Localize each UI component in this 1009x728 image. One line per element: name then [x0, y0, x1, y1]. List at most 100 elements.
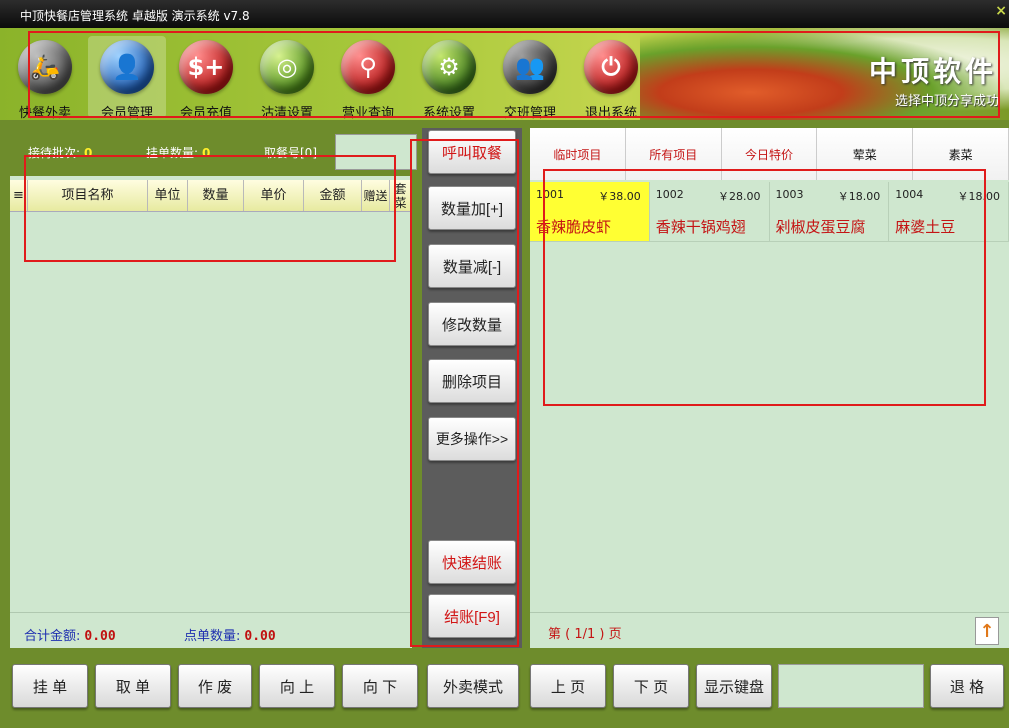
toolbar-label: 系统设置	[422, 106, 475, 120]
power-icon: ⏻	[584, 40, 638, 94]
toolbar-label: 沽清设置	[260, 106, 313, 120]
col-unit[interactable]: 单位	[148, 180, 188, 211]
pickup-label: 取餐号[0]	[264, 146, 317, 160]
item-name: 剁椒皮蛋豆腐	[775, 218, 866, 236]
gear-icon: ⚙	[422, 40, 476, 94]
menu-item[interactable]: 1004 ￥18.00 麻婆土豆	[889, 182, 1009, 242]
toolbar-member-button[interactable]: 👤 会员管理	[88, 36, 166, 120]
delete-item-button[interactable]: 删除项目	[428, 359, 516, 403]
item-name: 香辣干锅鸡翅	[655, 218, 746, 236]
move-down-button[interactable]: 向 下	[342, 664, 418, 708]
batch-info: 接待批次: 0	[28, 144, 92, 161]
window-title: 中顶快餐店管理系统 卓越版 演示系统 v7.8	[20, 9, 250, 23]
tab-temp-items[interactable]: 临时项目	[530, 128, 626, 180]
tab-today-special[interactable]: 今日特价	[721, 128, 818, 180]
bottom-bar: 挂 单 取 单 作 废 向 上 向 下 外卖模式 上 页 下 页 显示键盘 退 …	[0, 656, 1009, 728]
menu-item[interactable]: 1003 ￥18.00 剁椒皮蛋豆腐	[769, 182, 890, 242]
col-unit-price[interactable]: 单价	[244, 180, 304, 211]
hold-info: 挂单数量: 0	[146, 144, 210, 161]
takeout-mode-button[interactable]: 外卖模式	[427, 664, 519, 708]
more-actions-button[interactable]: 更多操作>>	[428, 417, 516, 461]
code-input[interactable]	[778, 664, 924, 708]
edit-qty-button[interactable]: 修改数量	[428, 302, 516, 346]
checkout-button[interactable]: 结账[F9]	[428, 594, 516, 638]
item-name: 香辣脆皮虾	[536, 218, 612, 236]
scroll-up-icon[interactable]: ↑	[975, 617, 999, 645]
total-amount: 合计金额: 0.00	[24, 625, 116, 644]
order-table-header: ≡ 项目名称 单位 数量 单价 金额 赠送 套菜	[10, 180, 412, 212]
toolbar-soldout-button[interactable]: ◎ 沽清设置	[248, 36, 326, 120]
tab-meat[interactable]: 荤菜	[817, 128, 914, 180]
backspace-button[interactable]: 退 格	[930, 664, 1004, 708]
item-name: 麻婆土豆	[895, 218, 956, 236]
tab-vegetable[interactable]: 素菜	[913, 128, 1009, 180]
total-count-label: 点单数量:	[184, 629, 241, 644]
total-count: 点单数量: 0.00	[184, 625, 276, 644]
title-bar: 中顶快餐店管理系统 卓越版 演示系统 v7.8 ×	[0, 0, 1009, 28]
close-icon[interactable]: ×	[995, 3, 1007, 19]
total-amount-value: 0.00	[84, 629, 116, 644]
toolbar-label: 会员管理	[100, 106, 153, 120]
hold-label: 挂单数量:	[146, 146, 199, 160]
brand-slogan: 选择中顶分享成功	[894, 94, 999, 109]
qty-plus-button[interactable]: 数量加[+]	[428, 186, 516, 230]
order-info-bar: 接待批次: 0 挂单数量: 0 取餐号[0]	[10, 128, 417, 176]
order-table-body[interactable]	[10, 212, 412, 608]
item-price: ￥18.00	[957, 190, 1001, 203]
menu-icon[interactable]: ≡	[10, 180, 28, 211]
toolbar-query-button[interactable]: ⚲ 营业查询	[329, 36, 407, 120]
toolbar-shift-button[interactable]: 👥 交班管理	[491, 36, 569, 120]
toolbar-label: 快餐外卖	[18, 106, 71, 120]
toolbar-recharge-button[interactable]: $+ 会员充值	[167, 36, 245, 120]
action-column: 呼叫取餐 数量加[+] 数量减[-] 修改数量 删除项目 更多操作>> 快速结账…	[422, 128, 522, 648]
user-icon: 👤	[100, 40, 154, 94]
toolbar-settings-button[interactable]: ⚙ 系统设置	[410, 36, 488, 120]
page-indicator: 第 ( 1/1 ) 页	[548, 627, 622, 642]
next-page-button[interactable]: 下 页	[613, 664, 689, 708]
show-keyboard-button[interactable]: 显示键盘	[696, 664, 772, 708]
col-item-name[interactable]: 项目名称	[28, 180, 148, 211]
people-icon: 👥	[503, 40, 557, 94]
toolbar-label: 会员充值	[179, 106, 232, 120]
hold-value: 0	[202, 146, 211, 160]
toolbar-label: 营业查询	[341, 106, 394, 120]
scooter-icon: 🛵	[18, 40, 72, 94]
batch-label: 接待批次:	[28, 146, 81, 160]
brand-name: 中顶软件	[868, 55, 997, 88]
item-code: 1001	[536, 188, 564, 201]
col-combo[interactable]: 套菜	[390, 180, 412, 211]
quick-checkout-button[interactable]: 快速结账	[428, 540, 516, 584]
item-price: ￥28.00	[718, 190, 761, 203]
toolbar-label: 退出系统	[584, 106, 637, 120]
pickup-number-input[interactable]	[335, 134, 417, 170]
col-gift[interactable]: 赠送	[362, 180, 390, 211]
prev-page-button[interactable]: 上 页	[530, 664, 606, 708]
category-tabs: 临时项目 所有项目 今日特价 荤菜 素菜	[530, 128, 1009, 180]
void-button[interactable]: 作 废	[178, 664, 252, 708]
item-price: ￥18.00	[837, 190, 881, 203]
col-amount[interactable]: 金额	[304, 180, 362, 211]
item-price: ￥38.00	[598, 190, 641, 203]
menu-item[interactable]: 1001 ￥38.00 香辣脆皮虾	[530, 182, 650, 242]
total-amount-label: 合计金额:	[24, 629, 81, 644]
main-toolbar: 中顶软件 选择中顶分享成功 🛵 快餐外卖 👤 会员管理 $+ 会员充值 ◎ 沽清…	[0, 28, 1009, 120]
search-icon: ⚲	[341, 40, 395, 94]
order-totals: 合计金额: 0.00 点单数量: 0.00	[10, 612, 412, 648]
plate-icon: ◎	[260, 40, 314, 94]
item-code: 1002	[655, 188, 684, 201]
total-count-value: 0.00	[244, 629, 276, 644]
toolbar-takeout-button[interactable]: 🛵 快餐外卖	[6, 36, 84, 120]
toolbar-exit-button[interactable]: ⏻ 退出系统	[572, 36, 650, 120]
hold-order-button[interactable]: 挂 单	[12, 664, 88, 708]
recharge-icon: $+	[179, 40, 233, 94]
qty-minus-button[interactable]: 数量减[-]	[428, 244, 516, 288]
call-pickup-button[interactable]: 呼叫取餐	[428, 130, 516, 174]
move-up-button[interactable]: 向 上	[259, 664, 335, 708]
toolbar-label: 交班管理	[503, 106, 556, 120]
retrieve-order-button[interactable]: 取 单	[95, 664, 171, 708]
menu-item[interactable]: 1002 ￥28.00 香辣干锅鸡翅	[649, 182, 770, 242]
menu-panel: 临时项目 所有项目 今日特价 荤菜 素菜 1001 ￥38.00 香辣脆皮虾 1…	[530, 128, 1009, 648]
tab-all-items[interactable]: 所有项目	[625, 128, 722, 180]
menu-pager: 第 ( 1/1 ) 页 ↑	[530, 612, 1009, 648]
col-quantity[interactable]: 数量	[188, 180, 244, 211]
